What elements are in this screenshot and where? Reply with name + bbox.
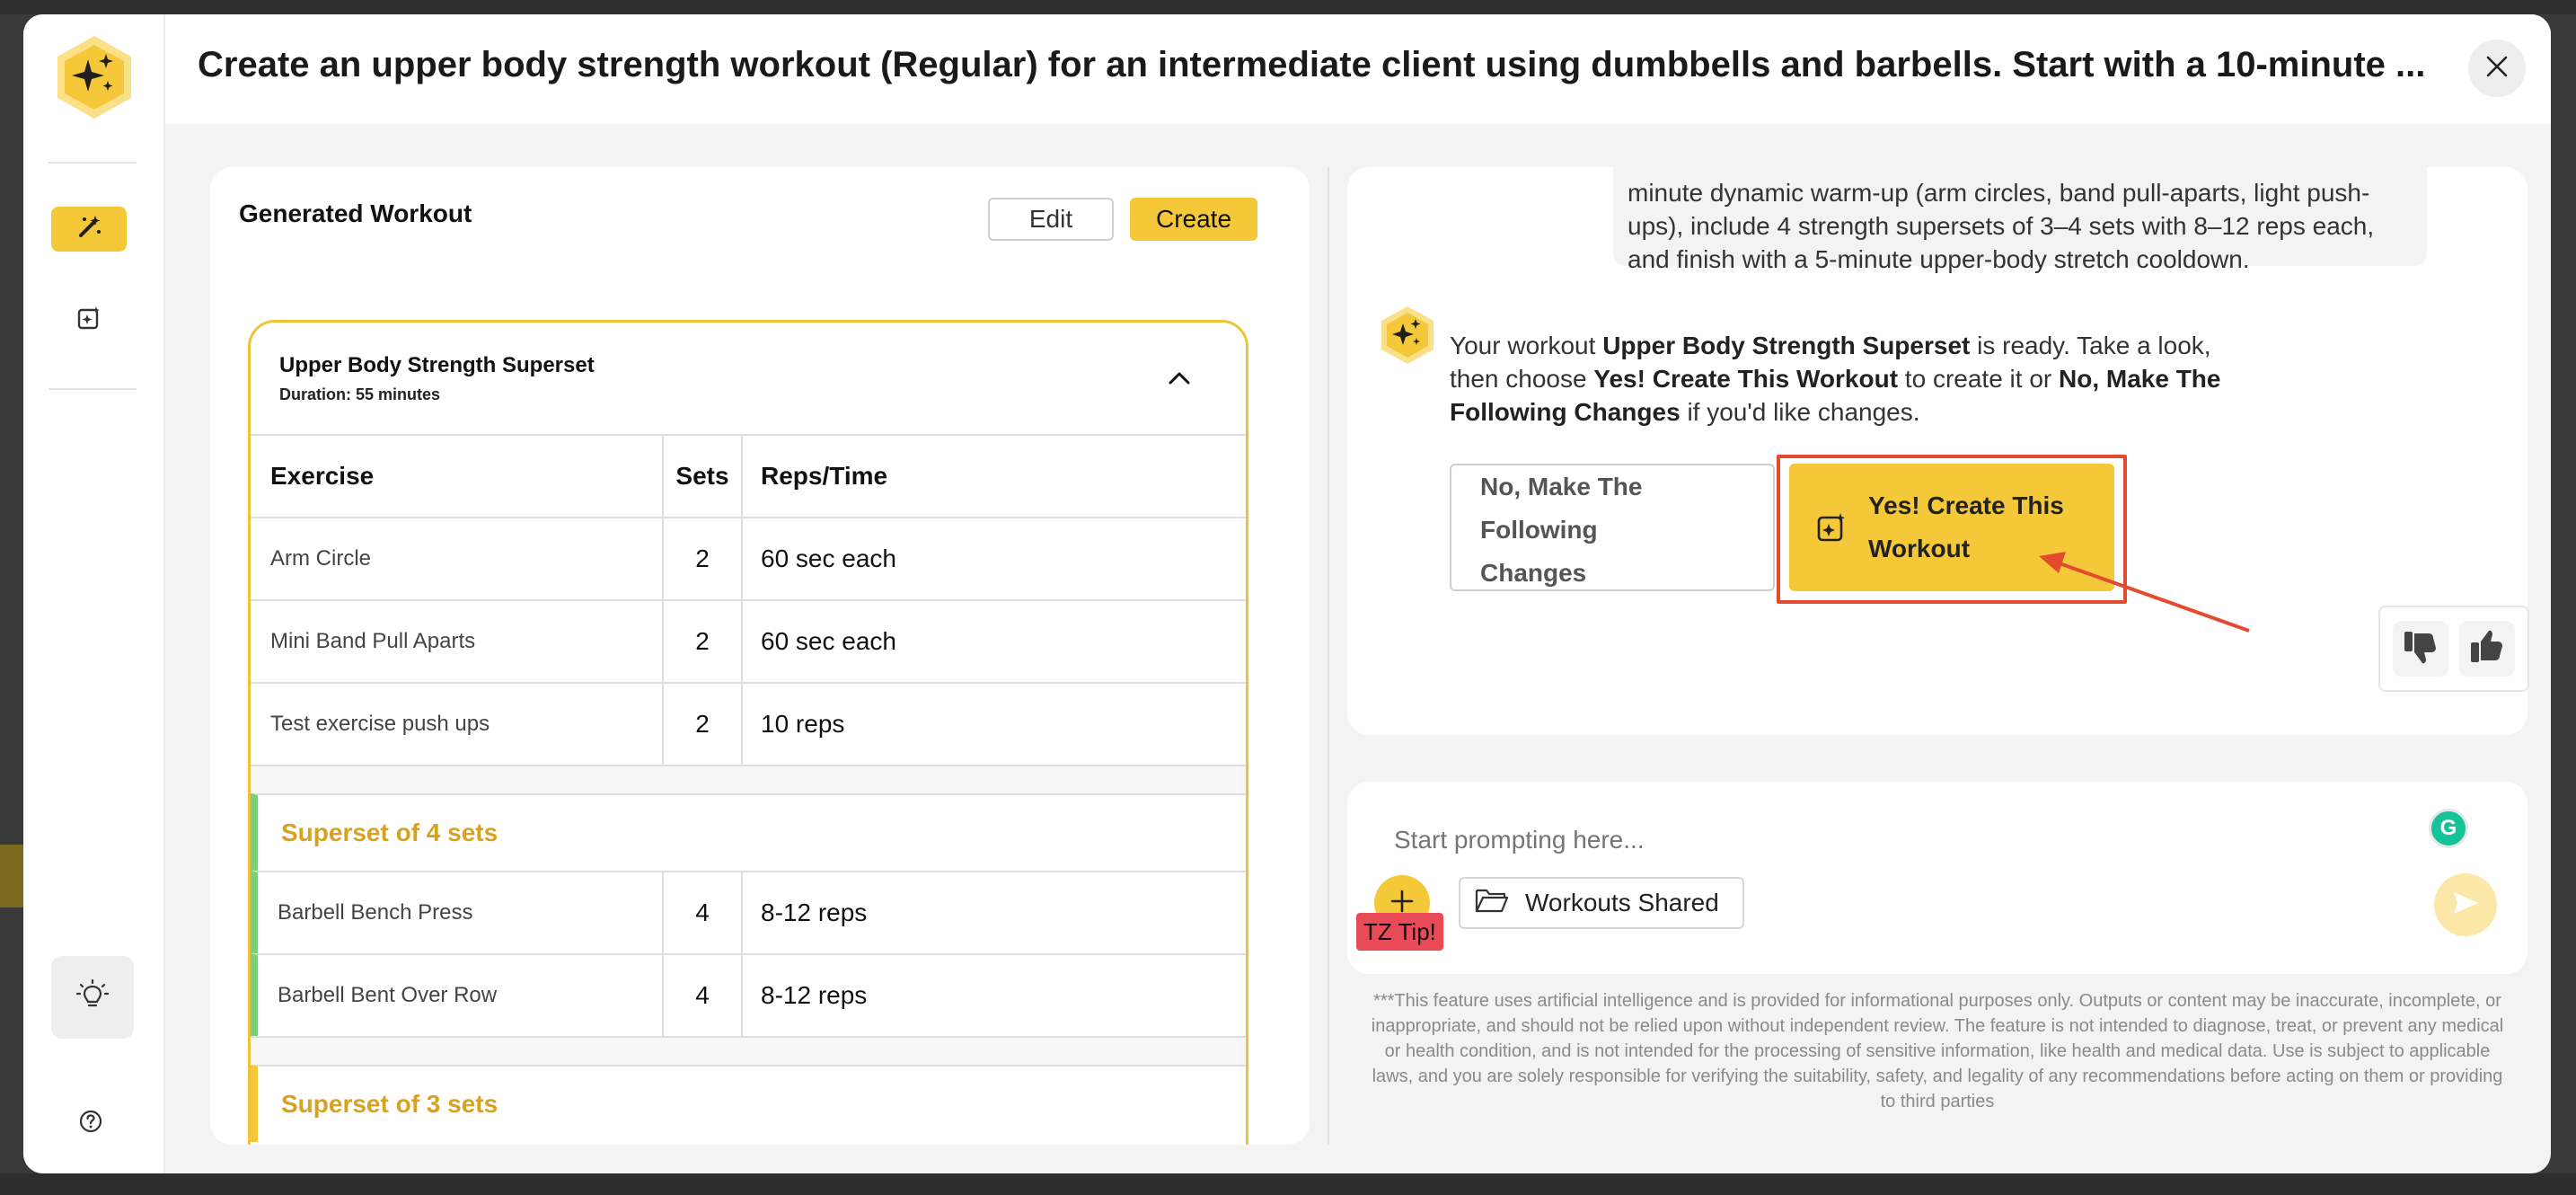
- help-button[interactable]: [73, 1105, 109, 1141]
- send-icon: [2450, 888, 2481, 923]
- rail-divider: [49, 162, 137, 164]
- table-row[interactable]: Test exercise push ups 2 10 reps: [251, 682, 1246, 765]
- exercise-name: Arm Circle: [251, 518, 664, 599]
- collapse-button[interactable]: [1165, 364, 1194, 393]
- help-icon: [78, 1109, 103, 1138]
- exercise-sets: 4: [664, 872, 743, 953]
- workouts-shared-button[interactable]: Workouts Shared: [1459, 877, 1744, 929]
- section-gap: [251, 765, 1246, 793]
- table-row[interactable]: Barbell Bent Over Row 4 8-12 reps: [251, 953, 1246, 1036]
- sparkle-logo-icon: [52, 32, 137, 122]
- exercise-name: Test exercise push ups: [251, 684, 664, 765]
- exercise-reps: 8-12 reps: [761, 898, 868, 926]
- section-gap: [251, 1036, 1246, 1065]
- magic-wand-button[interactable]: [51, 207, 127, 252]
- left-rail: [23, 14, 165, 1173]
- table-row[interactable]: Mini Band Pull Aparts 2 60 sec each: [251, 599, 1246, 682]
- generated-workout-card: Generated Workout Edit Create Upper Body…: [210, 167, 1310, 1145]
- magic-wand-icon: [75, 214, 102, 245]
- bot-text-middle2: to create it or: [1898, 365, 2059, 393]
- exercise-reps: 10 reps: [761, 710, 845, 738]
- modal-header: Create an upper body strength workout (R…: [165, 14, 2551, 124]
- bot-message: Your workout Upper Body Strength Superse…: [1450, 329, 2258, 429]
- exercise-reps: 60 sec each: [761, 544, 896, 572]
- column-header-sets: Sets: [664, 436, 743, 517]
- send-button[interactable]: [2434, 873, 2497, 936]
- create-this-workout-label: Yes! Create This Workout: [1868, 491, 2064, 562]
- bot-workout-name: Upper Body Strength Superset: [1602, 332, 1971, 359]
- workout-name: Upper Body Strength Superset: [279, 353, 595, 377]
- edit-button[interactable]: Edit: [988, 198, 1114, 241]
- thumbs-down-button[interactable]: [2393, 621, 2448, 677]
- grammarly-button[interactable]: G: [2429, 809, 2468, 848]
- close-icon: [2483, 53, 2510, 84]
- exercise-name: Mini Band Pull Aparts: [251, 601, 664, 682]
- make-changes-label: No, Make The Following Changes: [1480, 473, 1643, 587]
- rail-divider: [49, 388, 137, 390]
- exercise-sets: 2: [664, 684, 743, 765]
- chat-panel: minute dynamic warm-up (arm circles, ban…: [1347, 167, 2527, 735]
- chevron-up-icon: [1165, 372, 1194, 396]
- workouts-shared-label: Workouts Shared: [1525, 889, 1719, 916]
- ai-create-icon: [1816, 512, 1847, 543]
- exercise-name: Barbell Bent Over Row: [258, 955, 664, 1036]
- grammarly-icon: G: [2439, 816, 2457, 840]
- exercise-table: Exercise Sets Reps/Time Arm Circle 2 60 …: [251, 434, 1246, 1142]
- generated-workout-title: Generated Workout: [239, 199, 472, 227]
- exercise-sets: 4: [664, 955, 743, 1036]
- ai-sparkle-icon: [76, 305, 101, 335]
- ai-create-button[interactable]: [73, 304, 105, 336]
- prompt-input[interactable]: [1394, 819, 2382, 861]
- ai-workout-modal: Create an upper body strength workout (R…: [23, 14, 2551, 1173]
- workout-duration: Duration: 55 minutes: [279, 385, 441, 403]
- thumbs-down-icon: [2402, 628, 2439, 670]
- make-changes-button[interactable]: No, Make The Following Changes: [1450, 464, 1775, 591]
- backdrop-left-accent: [0, 845, 25, 907]
- table-header-row: Exercise Sets Reps/Time: [251, 434, 1246, 517]
- superset-header: Superset of 3 sets: [251, 1065, 1246, 1142]
- bot-avatar-icon: [1378, 304, 1437, 367]
- create-this-workout-button[interactable]: Yes! Create This Workout: [1789, 464, 2114, 591]
- table-row[interactable]: Arm Circle 2 60 sec each: [251, 517, 1246, 599]
- workout-preview: Upper Body Strength Superset Duration: 5…: [248, 320, 1248, 1145]
- backdrop-top-strip: [0, 0, 2576, 14]
- ai-disclaimer: ***This feature uses artificial intellig…: [1371, 991, 2504, 1111]
- exercise-name: Barbell Bench Press: [258, 872, 664, 953]
- column-header-reps: Reps/Time: [761, 462, 888, 490]
- superset-header: Superset of 4 sets: [251, 793, 1246, 871]
- thumbs-up-icon: [2468, 628, 2506, 670]
- exercise-sets: 2: [664, 601, 743, 682]
- bot-text-prefix: Your workout: [1450, 332, 1603, 359]
- exercise-reps: 8-12 reps: [761, 981, 868, 1009]
- user-message: minute dynamic warm-up (arm circles, ban…: [1613, 167, 2427, 273]
- exercise-sets: 2: [664, 518, 743, 599]
- folder-icon: [1475, 887, 1509, 920]
- table-row[interactable]: Barbell Bench Press 4 8-12 reps: [251, 871, 1246, 953]
- exercise-reps: 60 sec each: [761, 627, 896, 655]
- prompt-panel: G TZ Tip! Workouts Shared: [1347, 782, 2527, 974]
- bot-yes-phrase: Yes! Create This Workout: [1593, 365, 1899, 393]
- lightbulb-icon: [75, 978, 110, 1016]
- panel-divider: [1328, 167, 1329, 1145]
- tips-button[interactable]: [51, 956, 134, 1039]
- close-button[interactable]: [2468, 40, 2526, 97]
- bot-text-suffix: if you'd like changes.: [1680, 398, 1920, 426]
- create-button[interactable]: Create: [1130, 198, 1257, 241]
- thumbs-up-button[interactable]: [2459, 621, 2515, 677]
- page-title: Create an upper body strength workout (R…: [198, 45, 2426, 84]
- backdrop-bottom-strip: [0, 1173, 2576, 1195]
- column-header-exercise: Exercise: [251, 436, 664, 517]
- feedback-group: [2378, 606, 2529, 692]
- tz-tip-badge[interactable]: TZ Tip!: [1356, 913, 1443, 951]
